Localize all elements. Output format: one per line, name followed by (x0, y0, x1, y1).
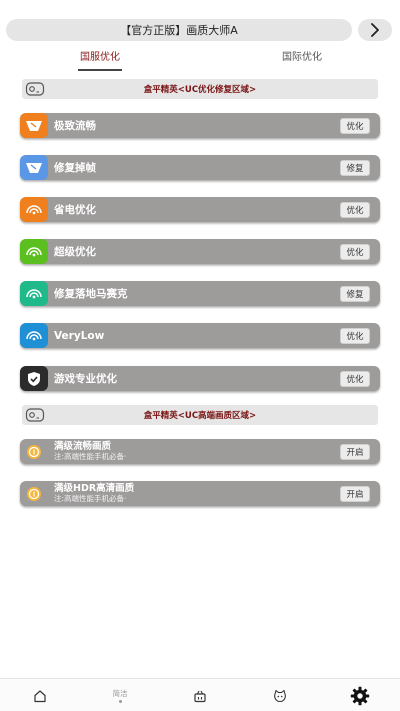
chevron-right-icon (371, 23, 379, 37)
tab-domestic[interactable]: 国服优化 (78, 51, 122, 71)
enable-button[interactable]: 开启 (340, 443, 370, 460)
feature-title: 满级HDR高清画质 (54, 483, 135, 494)
optimize-button[interactable]: 优化 (340, 201, 370, 218)
nav-profile[interactable] (260, 679, 300, 711)
nav-shop[interactable] (180, 679, 220, 711)
option-label: 修复掉帧 (54, 162, 96, 174)
option-label: 游戏专业优化 (54, 373, 117, 385)
wifi-gauge-icon (20, 281, 48, 306)
nav-simple[interactable]: 简洁 (100, 679, 140, 711)
option-label: 极致流畅 (54, 120, 96, 132)
bottom-navigation: 简洁 (0, 678, 400, 711)
cat-face-icon (274, 689, 286, 702)
home-icon (34, 689, 46, 702)
fix-button[interactable]: 修复 (340, 285, 370, 302)
option-row-verylow: VeryLow 优化 (20, 323, 380, 348)
wifi-gauge-icon (20, 197, 48, 222)
feature-subtitle: 注:高端性能手机必备· (54, 452, 127, 461)
option-label: VeryLow (54, 329, 105, 342)
option-row-extreme-smooth: 极致流畅 优化 (20, 113, 380, 138)
tab-international[interactable]: 国际优化 (280, 51, 324, 65)
nav-simple-label: 简洁 (112, 688, 128, 698)
section-title: 盒平精英<UC优化修复区域> (143, 85, 257, 95)
basket-icon (194, 690, 206, 702)
wifi-gauge-icon (20, 323, 48, 348)
speed-icon (20, 155, 48, 180)
option-row-super-optimize: 超级优化 优化 (20, 239, 380, 264)
active-dot (118, 699, 122, 703)
speed-icon (20, 113, 48, 138)
optimize-button[interactable]: 优化 (340, 243, 370, 260)
section-header-fix: 盒平精英<UC优化修复区域> (22, 79, 378, 99)
option-row-fix-frame-drop: 修复掉帧 修复 (20, 155, 380, 180)
fix-button[interactable]: 修复 (340, 159, 370, 176)
option-label: 超级优化 (54, 246, 96, 258)
optimize-button[interactable]: 优化 (340, 370, 370, 387)
optimize-button[interactable]: 优化 (340, 327, 370, 344)
feature-row-hdr-quality: 满级HDR高清画质 注:高端性能手机必备· 开启 (20, 481, 380, 506)
coin-icon (20, 439, 48, 464)
next-button[interactable] (358, 19, 392, 41)
gear-icon (350, 686, 370, 705)
gamepad-icon (24, 406, 46, 424)
region-tabs: 国服优化 国际优化 (0, 51, 400, 73)
optimize-button[interactable]: 优化 (340, 117, 370, 134)
feature-subtitle: 注:高端性能手机必备· (54, 494, 127, 503)
feature-title: 满级流畅画质 (54, 441, 112, 452)
nav-home[interactable] (20, 679, 60, 711)
wifi-gauge-icon (20, 239, 48, 264)
option-label: 修复落地马赛克 (54, 288, 128, 300)
option-row-power-saving: 省电优化 优化 (20, 197, 380, 222)
app-title: 【官方正版】画质大师A (120, 24, 238, 37)
shield-check-icon (20, 366, 48, 391)
option-row-fix-mosaic: 修复落地马赛克 修复 (20, 281, 380, 306)
section-title: 盒平精英<UC高端画质区域> (143, 411, 257, 421)
option-row-pro-game: 游戏专业优化 优化 (20, 366, 380, 391)
section-header-hq: 盒平精英<UC高端画质区域> (22, 405, 378, 425)
coin-icon (20, 481, 48, 506)
nav-settings[interactable] (340, 679, 380, 711)
option-label: 省电优化 (54, 204, 96, 216)
feature-row-smooth-quality: 满级流畅画质 注:高端性能手机必备· 开启 (20, 439, 380, 464)
app-title-bar[interactable]: 【官方正版】画质大师A (6, 19, 352, 41)
gamepad-icon (24, 80, 46, 98)
enable-button[interactable]: 开启 (340, 485, 370, 502)
